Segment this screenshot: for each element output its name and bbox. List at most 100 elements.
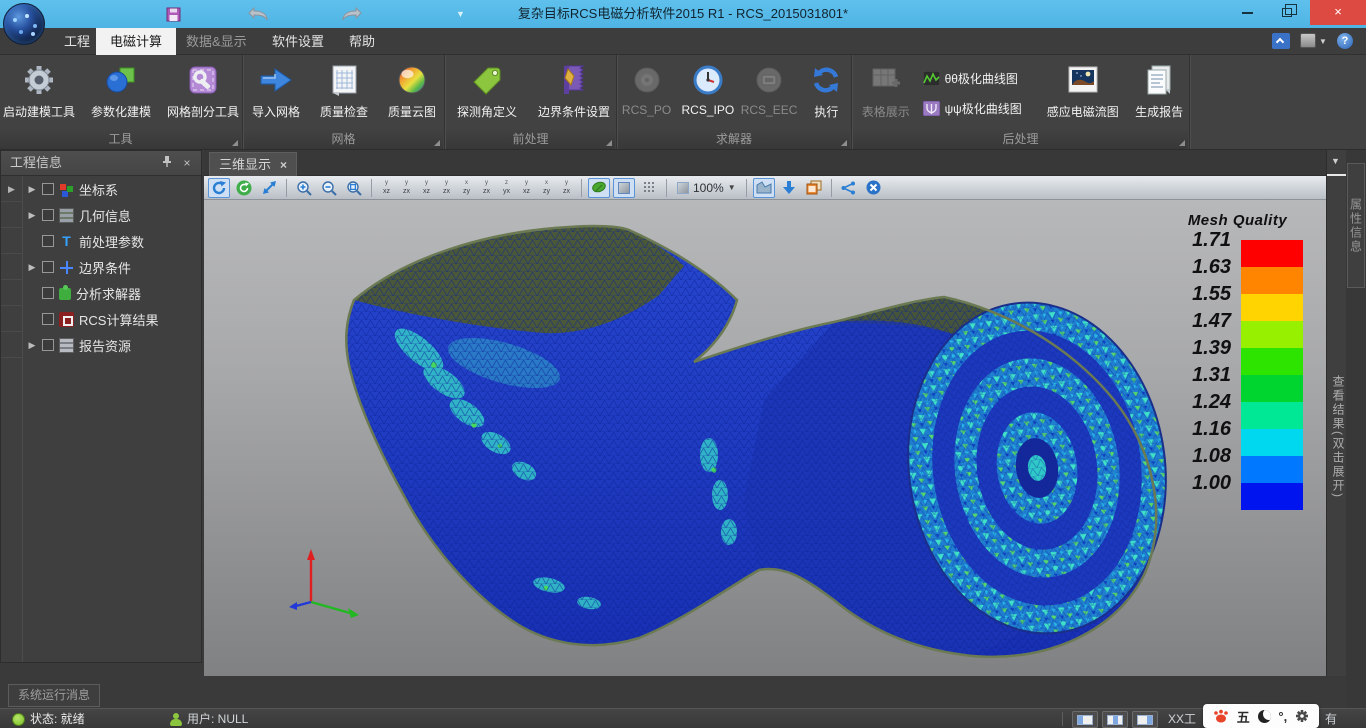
group-expand-icon[interactable]: [434, 140, 440, 146]
layout-right-button[interactable]: [1132, 711, 1158, 728]
checkbox[interactable]: [42, 235, 54, 247]
induced-current-map-button[interactable]: 感应电磁流图: [1040, 57, 1125, 129]
quality-contour-button[interactable]: 质量云图: [380, 57, 444, 129]
shaded-mode-button[interactable]: [588, 178, 610, 198]
checkbox[interactable]: [42, 209, 54, 221]
view-back-button[interactable]: [398, 179, 415, 197]
tree-item-geometry-info[interactable]: ▶ 几何信息: [23, 202, 201, 228]
zoom-extents-button[interactable]: [343, 178, 365, 198]
checkbox[interactable]: [42, 287, 54, 299]
quality-check-button[interactable]: 质量检查: [312, 57, 376, 129]
close-button[interactable]: ×: [1310, 0, 1366, 25]
surface-mode-button[interactable]: [613, 178, 635, 198]
window-layers-button[interactable]: [803, 178, 825, 198]
tab-overflow-dropdown[interactable]: ▼: [1331, 156, 1340, 166]
group-title-preprocess: 前处理: [512, 132, 548, 146]
view-iso-4-button[interactable]: [558, 179, 575, 197]
menu-em-computation[interactable]: 电磁计算: [96, 28, 176, 55]
refresh-view-button[interactable]: [233, 178, 255, 198]
menu-data-display[interactable]: 数据&显示: [172, 28, 261, 55]
tree-item-analysis-solver[interactable]: 分析求解器: [23, 280, 201, 306]
ime-fullhalf-moon-icon[interactable]: [1258, 710, 1271, 723]
share-export-button[interactable]: [838, 178, 860, 198]
style-picker-button[interactable]: [1300, 33, 1316, 48]
table-display-button[interactable]: 表格展示: [853, 57, 919, 129]
menu-software-settings[interactable]: 软件设置: [258, 28, 338, 55]
gutter-expander[interactable]: ▶: [1, 176, 22, 202]
checkbox[interactable]: [42, 261, 54, 273]
tab-close-icon[interactable]: ×: [280, 154, 287, 176]
checkbox[interactable]: [42, 339, 54, 351]
view-iso-3-button[interactable]: [538, 179, 555, 197]
execute-button[interactable]: 执行: [802, 57, 851, 129]
zoom-dropdown-icon[interactable]: ▼: [728, 183, 736, 192]
rcs-ipo-solver-button[interactable]: RCS_IPO: [679, 57, 736, 129]
ime-punctuation-button[interactable]: °,: [1278, 709, 1287, 724]
3d-canvas[interactable]: Mesh Quality 1.711.63 1.551.47 1.391.31 …: [204, 200, 1326, 676]
fit-view-button[interactable]: [258, 178, 280, 198]
view-right-button[interactable]: [478, 179, 495, 197]
layout-left-button[interactable]: [1072, 711, 1098, 728]
checkbox[interactable]: [42, 183, 54, 195]
wireframe-mode-button[interactable]: [638, 178, 660, 198]
parametric-modeling-button[interactable]: 参数化建模: [82, 57, 160, 129]
zoom-out-button[interactable]: [318, 178, 340, 198]
ime-logo-paw-icon[interactable]: [1213, 709, 1229, 723]
launch-modeling-tool-button[interactable]: 启动建模工具: [0, 57, 78, 129]
tree-item-coordinate-system[interactable]: ▶ 坐标系: [23, 176, 201, 202]
view-left-button[interactable]: [458, 179, 475, 197]
view-iso-1-button[interactable]: [498, 179, 515, 197]
import-mesh-button[interactable]: 导入网格: [244, 57, 308, 129]
tree-item-boundary-conditions[interactable]: ▶ 边界条件: [23, 254, 201, 280]
tree-item-rcs-results[interactable]: RCS计算结果: [23, 306, 201, 332]
property-info-tab[interactable]: 属性信息: [1347, 163, 1365, 288]
boundary-condition-button[interactable]: 边界条件设置: [532, 57, 616, 129]
ime-settings-gear-icon[interactable]: [1295, 709, 1309, 723]
tree-item-report-resources[interactable]: ▶ 报告资源: [23, 332, 201, 358]
style-picker-dropdown[interactable]: ▼: [1319, 37, 1327, 46]
view-results-tab[interactable]: 查看结果(双击展开): [1330, 375, 1347, 499]
minimize-button[interactable]: [1232, 0, 1262, 22]
ribbon-group-solvers: RCS_PO RCS_IPO RCS_EEC 执行 求解器: [618, 55, 852, 149]
ime-toolbar[interactable]: 五 °,: [1203, 704, 1319, 728]
application-logo[interactable]: [3, 3, 45, 45]
pin-button[interactable]: [159, 155, 175, 171]
theta-polarization-curve-button[interactable]: θθ极化曲线图: [923, 67, 1037, 89]
expander-icon[interactable]: ▶: [27, 340, 37, 351]
rotate-view-button[interactable]: [208, 178, 230, 198]
close-view-button[interactable]: [863, 178, 885, 198]
group-expand-icon[interactable]: [606, 140, 612, 146]
system-messages-tab[interactable]: 系统运行消息: [8, 684, 100, 707]
generate-report-button[interactable]: 生成报告: [1129, 57, 1189, 129]
panel-close-button[interactable]: ×: [179, 155, 195, 171]
expander-icon[interactable]: ▶: [27, 184, 37, 195]
ime-mode-button[interactable]: 五: [1237, 707, 1250, 726]
expander-icon[interactable]: ▶: [27, 210, 37, 221]
group-expand-icon[interactable]: [232, 140, 238, 146]
tab-3d-display[interactable]: 三维显示 ×: [209, 152, 297, 176]
checkbox[interactable]: [42, 313, 54, 325]
group-expand-icon[interactable]: [841, 140, 847, 146]
zoom-in-button[interactable]: [293, 178, 315, 198]
view-top-button[interactable]: [418, 179, 435, 197]
rcs-po-solver-button[interactable]: RCS_PO: [618, 57, 675, 129]
view-front-button[interactable]: [378, 179, 395, 197]
rcs-eec-solver-button[interactable]: RCS_EEC: [740, 57, 797, 129]
group-expand-icon[interactable]: [1179, 140, 1185, 146]
mesh-partition-tool-button[interactable]: 网格剖分工具: [164, 57, 242, 129]
menu-help[interactable]: 帮助: [335, 28, 389, 55]
view-bottom-button[interactable]: [438, 179, 455, 197]
expander-icon[interactable]: ▶: [27, 262, 37, 273]
help-button[interactable]: ?: [1337, 33, 1353, 49]
psi-polarization-curve-button[interactable]: ψψ极化曲线图: [923, 97, 1037, 119]
tree-item-preprocess-params[interactable]: T 前处理参数: [23, 228, 201, 254]
ribbon-collapse-button[interactable]: [1272, 33, 1290, 49]
probe-angle-button[interactable]: 探测角定义: [446, 57, 528, 129]
layout-right-icon: [1137, 715, 1153, 725]
region-select-button[interactable]: [753, 178, 775, 198]
restore-button[interactable]: [1272, 0, 1302, 22]
layout-middle-button[interactable]: [1102, 711, 1128, 728]
screenshot-save-button[interactable]: [778, 178, 800, 198]
view-iso-2-button[interactable]: [518, 179, 535, 197]
zoom-level-control[interactable]: 100% ▼: [673, 178, 740, 198]
